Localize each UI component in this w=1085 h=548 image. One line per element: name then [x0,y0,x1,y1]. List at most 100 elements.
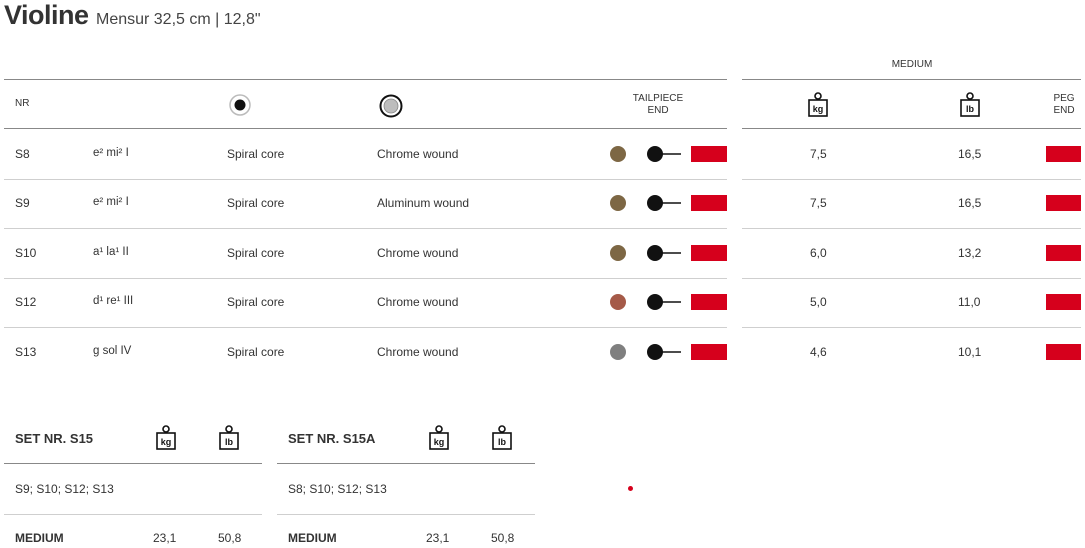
set-title: SET NR. S15A [288,431,376,446]
row-core: Spiral core [227,196,285,211]
row-wrapping: Chrome wound [377,245,459,260]
row-tension-kg: 7,5 [810,196,827,211]
peg-end-label: PEG END [1053,93,1075,116]
peg-end-swatch [1046,145,1081,162]
row-tension-kg: 5,0 [810,295,827,310]
svg-text:lb: lb [225,437,234,447]
ball-end-icon [647,145,681,162]
row-wrapping: Chrome wound [377,146,459,161]
ball-end-icon [647,244,681,261]
set-tension-label: MEDIUM [288,531,337,545]
decorative-dot [628,486,633,491]
peg-end-swatch [1046,294,1081,311]
set-header-rule [277,463,535,464]
column-header-peg-end: PEG END [1047,93,1081,117]
weight-lb-icon: lb [960,92,980,117]
scale-length: Mensur 32,5 cm | 12,8" [95,11,261,28]
weight-kg-icon: kg [808,92,828,117]
peg-end-swatch [1046,195,1081,212]
row-wrapping: Aluminum wound [377,196,470,211]
tension-group-header: MEDIUM [891,59,933,70]
weight-kg-icon: kg [156,425,176,450]
row-nr: S10 [15,245,37,260]
table-top-rule-left [4,79,727,80]
row-divider-left [4,327,727,328]
tailpiece-end-swatch [691,195,727,212]
silk-color-dot [610,294,626,311]
page-title: Violine Mensur 32,5 cm | 12,8" [4,0,261,31]
row-tension-kg: 4,6 [810,344,827,359]
weight-lb-icon: lb [219,425,239,450]
weight-kg-icon: kg [429,425,449,450]
row-nr: S13 [15,344,37,359]
tailpiece-end-swatch [691,244,727,261]
set-tension-lb: 50,8 [218,531,242,545]
set-tension-kg: 23,1 [426,531,450,545]
silk-color-dot [610,343,626,360]
set-strings: S9; S10; S12; S13 [15,482,114,496]
tailpiece-label: TAILPIECE END [632,93,684,116]
header-bottom-rule-right [742,128,1081,129]
row-nr: S12 [15,295,37,310]
tailpiece-end-swatch [691,145,727,162]
row-core: Spiral core [227,344,285,359]
column-header-nr: NR [15,98,30,109]
set-strings: S8; S10; S12; S13 [288,482,387,496]
wrapping-icon [379,94,403,118]
core-icon [229,94,251,116]
set-tension-label: MEDIUM [15,531,64,545]
row-core: Spiral core [227,245,285,260]
svg-text:kg: kg [813,104,824,114]
row-note: e² mi² I [93,146,129,159]
peg-end-swatch [1046,343,1081,360]
row-wrapping: Chrome wound [377,344,459,359]
set-row-divider [277,514,535,515]
row-tension-lb: 16,5 [958,146,982,161]
row-divider-left [4,228,727,229]
silk-color-dot [610,145,626,162]
row-tension-lb: 10,1 [958,344,982,359]
row-divider-right [742,327,1081,328]
silk-color-dot [610,195,626,212]
svg-text:lb: lb [966,104,975,114]
svg-text:kg: kg [434,437,445,447]
row-core: Spiral core [227,295,285,310]
ball-end-icon [647,195,681,212]
row-tension-lb: 16,5 [958,196,982,211]
row-note: g sol IV [93,344,132,357]
row-divider-right [742,228,1081,229]
ball-end-icon [647,343,681,360]
row-nr: S8 [15,146,30,161]
row-wrapping: Chrome wound [377,295,459,310]
set-row-divider [4,514,262,515]
row-tension-kg: 6,0 [810,245,827,260]
silk-color-dot [610,244,626,261]
column-header-tailpiece: TAILPIECE END [610,93,706,117]
instrument-name: Violine [4,0,89,30]
row-divider-right [742,277,1081,279]
svg-text:kg: kg [161,437,172,447]
svg-text:lb: lb [498,437,507,447]
weight-lb-icon: lb [492,425,512,450]
row-divider-left [4,178,727,180]
set-header-rule [4,463,262,464]
row-note: a¹ la¹ II [93,245,129,258]
header-bottom-rule-left [4,128,727,129]
set-title: SET NR. S15 [15,431,94,446]
row-note: e² mi² I [93,196,129,209]
set-tension-lb: 50,8 [491,531,515,545]
tailpiece-end-swatch [691,343,727,360]
row-nr: S9 [15,196,30,211]
row-tension-kg: 7,5 [810,146,827,161]
set-tension-kg: 23,1 [153,531,177,545]
peg-end-swatch [1046,244,1081,261]
row-divider-right [742,178,1081,180]
row-note: d¹ re¹ III [93,295,134,308]
tailpiece-end-swatch [691,294,727,311]
row-core: Spiral core [227,146,285,161]
row-tension-lb: 13,2 [958,245,982,260]
row-divider-left [4,277,727,279]
row-tension-lb: 11,0 [958,295,981,310]
table-top-rule-right [742,79,1081,80]
ball-end-icon [647,294,681,311]
